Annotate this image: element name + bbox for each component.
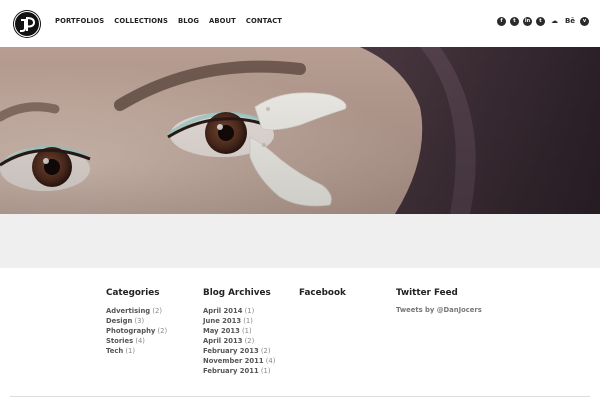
- categories-title: Categories: [106, 288, 160, 298]
- archive-item[interactable]: April 2013 (2): [203, 336, 298, 346]
- category-item[interactable]: Tech (1): [106, 346, 201, 356]
- twitter-timeline-link[interactable]: Tweets by @DanJocers: [396, 306, 516, 314]
- archive-item[interactable]: February 2013 (2): [203, 346, 298, 356]
- site-header: PORTFOLIOS COLLECTIONS BLOG ABOUT CONTAC…: [0, 0, 600, 47]
- content-band: [0, 214, 600, 268]
- archive-item[interactable]: June 2013 (1): [203, 316, 298, 326]
- nav-collections[interactable]: COLLECTIONS: [114, 17, 168, 25]
- nav-contact[interactable]: CONTACT: [246, 17, 282, 25]
- facebook-title: Facebook: [299, 288, 346, 298]
- category-item[interactable]: Photography (2): [106, 326, 201, 336]
- archive-item[interactable]: May 2013 (1): [203, 326, 298, 336]
- archive-item[interactable]: April 2014 (1): [203, 306, 298, 316]
- footer-divider: [10, 396, 590, 397]
- tumblr-icon[interactable]: t: [536, 17, 545, 26]
- vimeo-icon[interactable]: v: [580, 17, 589, 26]
- twitter-widget: Twitter Feed Tweets by @DanJocers: [396, 288, 516, 314]
- archives-widget: Blog Archives April 2014 (1) June 2013 (…: [203, 288, 298, 376]
- soundcloud-icon[interactable]: ☁: [549, 17, 560, 26]
- twitter-title: Twitter Feed: [396, 288, 458, 298]
- category-item[interactable]: Design (3): [106, 316, 201, 326]
- main-nav: PORTFOLIOS COLLECTIONS BLOG ABOUT CONTAC…: [55, 17, 282, 25]
- nav-blog[interactable]: BLOG: [178, 17, 199, 25]
- category-item[interactable]: Stories (4): [106, 336, 201, 346]
- twitter-icon[interactable]: t: [510, 17, 519, 26]
- archives-title: Blog Archives: [203, 288, 271, 298]
- facebook-icon[interactable]: f: [497, 17, 506, 26]
- logo[interactable]: [13, 10, 41, 38]
- footer: Categories Advertising (2) Design (3) Ph…: [0, 268, 600, 400]
- hero-image: [0, 47, 600, 214]
- behance-icon[interactable]: Bē: [564, 17, 576, 26]
- nav-portfolios[interactable]: PORTFOLIOS: [55, 17, 104, 25]
- nav-about[interactable]: ABOUT: [209, 17, 236, 25]
- social-links: f t in t ☁ Bē v: [497, 17, 589, 26]
- archive-item[interactable]: February 2011 (1): [203, 366, 298, 376]
- categories-widget: Categories Advertising (2) Design (3) Ph…: [106, 288, 201, 356]
- category-item[interactable]: Advertising (2): [106, 306, 201, 316]
- archive-item[interactable]: November 2011 (4): [203, 356, 298, 366]
- facebook-widget: Facebook: [299, 288, 394, 306]
- linkedin-icon[interactable]: in: [523, 17, 532, 26]
